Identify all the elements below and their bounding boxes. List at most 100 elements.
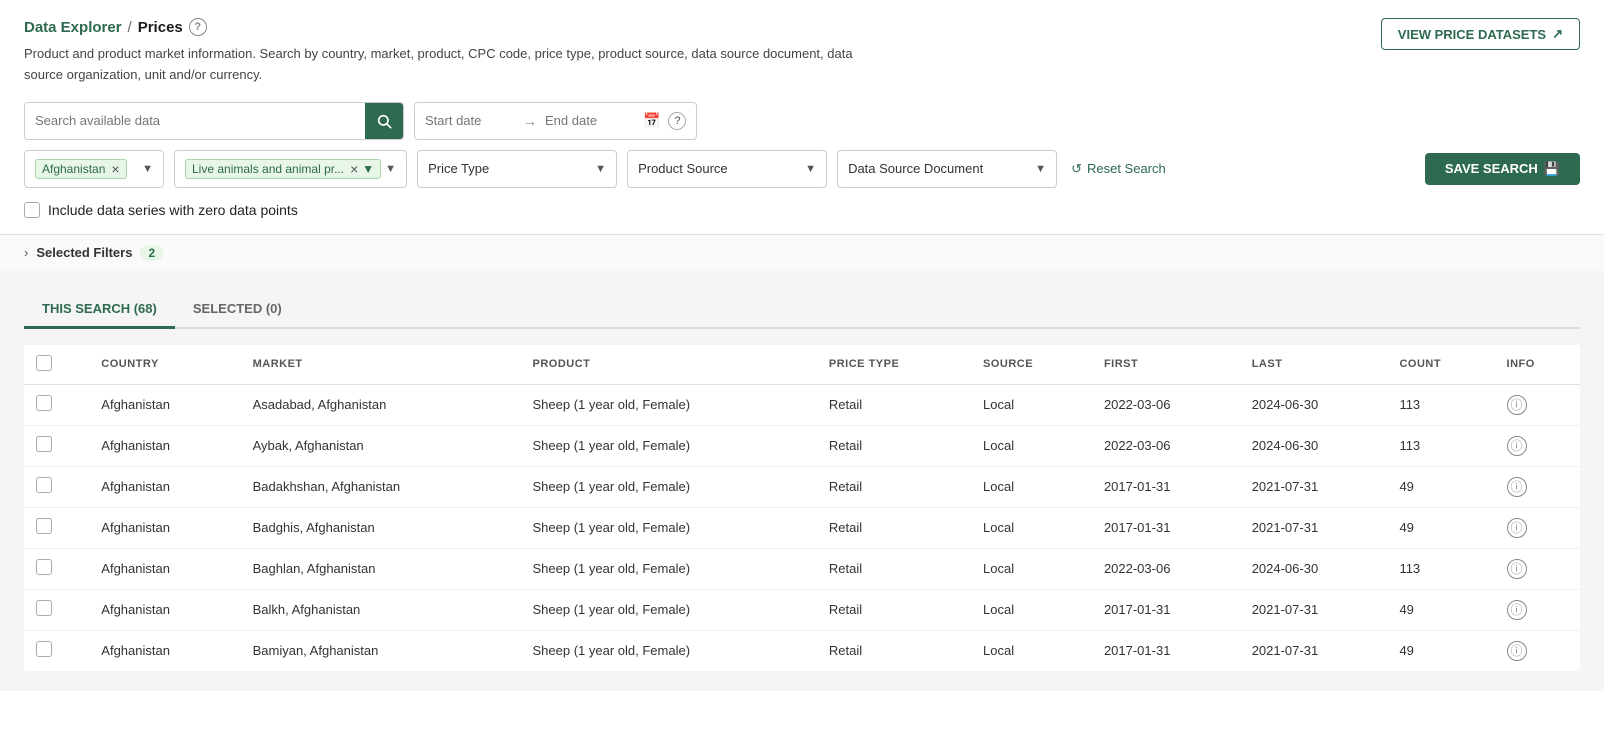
breadcrumb-separator: / — [128, 19, 132, 36]
row-checkbox-0[interactable] — [36, 395, 52, 411]
info-icon-4[interactable]: ⓘ — [1507, 559, 1527, 579]
row-count: 49 — [1387, 507, 1494, 548]
product-source-dropdown-arrow: ▼ — [805, 163, 816, 175]
data-table: COUNTRY MARKET PRODUCT PRICE TYPE SOURCE… — [24, 345, 1580, 671]
col-market: MARKET — [241, 345, 521, 385]
row-info: ⓘ — [1495, 425, 1580, 466]
info-icon-5[interactable]: ⓘ — [1507, 600, 1527, 620]
row-price-type: Retail — [817, 384, 971, 425]
product-source-filter[interactable]: Product Source ▼ — [627, 150, 827, 188]
product-tag: Live animals and animal pr... × ▼ — [185, 159, 381, 179]
price-type-filter[interactable]: Price Type ▼ — [417, 150, 617, 188]
save-search-button[interactable]: SAVE SEARCH 💾 — [1425, 153, 1580, 185]
date-range: → 📅 ? — [414, 102, 697, 140]
table-row: Afghanistan Balkh, Afghanistan Sheep (1 … — [24, 589, 1580, 630]
breadcrumb-link[interactable]: Data Explorer — [24, 19, 122, 36]
product-source-label: Product Source — [638, 161, 728, 176]
select-all-checkbox[interactable] — [36, 355, 52, 371]
country-tag-remove[interactable]: × — [111, 161, 119, 177]
row-last: 2021-07-31 — [1240, 507, 1388, 548]
country-tag: Afghanistan × — [35, 159, 127, 179]
row-product: Sheep (1 year old, Female) — [521, 384, 817, 425]
product-tag-label: Live animals and animal pr... — [192, 162, 344, 176]
row-info: ⓘ — [1495, 466, 1580, 507]
row-first: 2022-03-06 — [1092, 384, 1240, 425]
selected-filters-bar: › Selected Filters 2 — [0, 234, 1604, 271]
row-source: Local — [971, 466, 1092, 507]
row-source: Local — [971, 425, 1092, 466]
row-checkbox-cell — [24, 425, 89, 466]
col-info: INFO — [1495, 345, 1580, 385]
info-icon-1[interactable]: ⓘ — [1507, 436, 1527, 456]
row-checkbox-cell — [24, 548, 89, 589]
start-date-input[interactable] — [425, 113, 515, 128]
data-source-doc-filter[interactable]: Data Source Document ▼ — [837, 150, 1057, 188]
calendar-icon[interactable]: 📅 — [643, 112, 660, 129]
search-input[interactable] — [25, 103, 365, 139]
row-count: 49 — [1387, 630, 1494, 671]
row-checkbox-cell — [24, 589, 89, 630]
product-filter[interactable]: Live animals and animal pr... × ▼ ▼ — [174, 150, 407, 188]
row-checkbox-4[interactable] — [36, 559, 52, 575]
info-icon-2[interactable]: ⓘ — [1507, 477, 1527, 497]
zero-points-row: Include data series with zero data point… — [24, 198, 1580, 222]
col-checkbox — [24, 345, 89, 385]
row-market: Asadabad, Afghanistan — [241, 384, 521, 425]
row-source: Local — [971, 507, 1092, 548]
row-market: Balkh, Afghanistan — [241, 589, 521, 630]
tab-this-search[interactable]: THIS SEARCH (68) — [24, 291, 175, 329]
zero-points-checkbox[interactable] — [24, 202, 40, 218]
row-source: Local — [971, 548, 1092, 589]
country-filter[interactable]: Afghanistan × ▼ — [24, 150, 164, 188]
col-first: FIRST — [1092, 345, 1240, 385]
end-date-input[interactable] — [545, 113, 635, 128]
reset-icon: ↺ — [1071, 161, 1082, 177]
row-checkbox-2[interactable] — [36, 477, 52, 493]
row-first: 2017-01-31 — [1092, 507, 1240, 548]
row-checkbox-5[interactable] — [36, 600, 52, 616]
page-description: Product and product market information. … — [24, 44, 884, 86]
row-checkbox-1[interactable] — [36, 436, 52, 452]
selected-filters-label: Selected Filters — [36, 245, 132, 260]
row-info: ⓘ — [1495, 548, 1580, 589]
row-price-type: Retail — [817, 630, 971, 671]
selected-filters-chevron[interactable]: › — [24, 245, 28, 260]
data-source-doc-dropdown-arrow: ▼ — [1035, 163, 1046, 175]
breadcrumb-current: Prices — [138, 19, 183, 36]
help-icon[interactable]: ? — [189, 18, 207, 36]
product-expand-icon[interactable]: ▼ — [362, 162, 374, 176]
view-price-datasets-button[interactable]: VIEW PRICE DATASETS ↗ — [1381, 18, 1580, 50]
row-price-type: Retail — [817, 425, 971, 466]
save-search-label: SAVE SEARCH — [1445, 161, 1538, 176]
info-icon-0[interactable]: ⓘ — [1507, 395, 1527, 415]
search-button[interactable] — [365, 102, 403, 140]
info-icon-6[interactable]: ⓘ — [1507, 641, 1527, 661]
product-tag-remove[interactable]: × — [350, 161, 358, 177]
row-checkbox-6[interactable] — [36, 641, 52, 657]
row-first: 2022-03-06 — [1092, 425, 1240, 466]
row-checkbox-cell — [24, 507, 89, 548]
reset-search-button[interactable]: ↺ Reset Search — [1071, 161, 1166, 177]
row-checkbox-3[interactable] — [36, 518, 52, 534]
row-last: 2021-07-31 — [1240, 630, 1388, 671]
row-count: 113 — [1387, 425, 1494, 466]
tab-selected[interactable]: SELECTED (0) — [175, 291, 300, 329]
table-header-row: COUNTRY MARKET PRODUCT PRICE TYPE SOURCE… — [24, 345, 1580, 385]
info-icon-3[interactable]: ⓘ — [1507, 518, 1527, 538]
zero-points-label: Include data series with zero data point… — [48, 202, 298, 218]
search-input-wrapper — [24, 102, 404, 140]
row-price-type: Retail — [817, 589, 971, 630]
filter-row: Afghanistan × ▼ Live animals and animal … — [24, 150, 1580, 188]
row-product: Sheep (1 year old, Female) — [521, 630, 817, 671]
col-last: LAST — [1240, 345, 1388, 385]
col-price-type: PRICE TYPE — [817, 345, 971, 385]
table-body: Afghanistan Asadabad, Afghanistan Sheep … — [24, 384, 1580, 671]
row-country: Afghanistan — [89, 384, 240, 425]
row-info: ⓘ — [1495, 630, 1580, 671]
row-last: 2024-06-30 — [1240, 384, 1388, 425]
date-help-icon[interactable]: ? — [668, 112, 686, 130]
reset-label: Reset Search — [1087, 161, 1166, 176]
row-first: 2017-01-31 — [1092, 630, 1240, 671]
row-info: ⓘ — [1495, 589, 1580, 630]
row-price-type: Retail — [817, 507, 971, 548]
